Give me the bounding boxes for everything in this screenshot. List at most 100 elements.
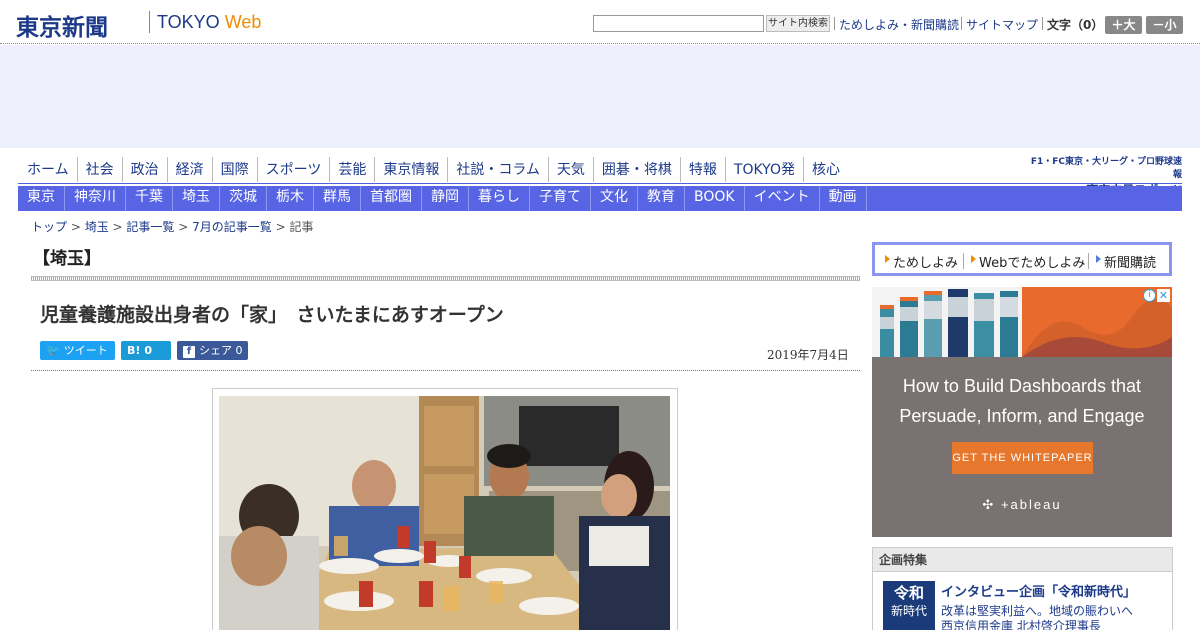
regional-nav: 東京 神奈川 千葉 埼玉 茨城 栃木 群馬 首都圏 静岡 暮らし 子育て 文化 … [18, 186, 1182, 211]
region-tokyo[interactable]: 東京 [18, 186, 65, 211]
region-shutoken[interactable]: 首都圏 [361, 186, 422, 211]
link-subscribe[interactable]: 新聞購読 [1104, 252, 1156, 271]
link-trial-subscribe[interactable]: ためしよみ・新聞購読 [839, 16, 959, 33]
arrow-icon [971, 255, 976, 263]
breadcrumb-sep: > [108, 220, 127, 234]
link-web-tameshiyomi[interactable]: Webでためしよみ [979, 252, 1085, 271]
nav-culture[interactable]: 文化 [591, 186, 638, 211]
section-divider [31, 276, 860, 281]
ad-info-icon[interactable]: i [1143, 289, 1156, 302]
sidebar-ad[interactable]: i ✕ How to Build Dashboards that Persuad… [872, 287, 1172, 537]
hatena-icon: B! [127, 344, 141, 357]
region-gunma[interactable]: 群馬 [314, 186, 361, 211]
reiwa-thumbnail[interactable]: 令和 新時代 [883, 581, 935, 630]
tweet-button[interactable]: 🐦 ツイート [40, 341, 115, 360]
region-chiba[interactable]: 千葉 [126, 186, 173, 211]
top-ad-banner[interactable] [0, 45, 1200, 148]
header-divider [834, 17, 835, 30]
breadcrumb-july-list[interactable]: 7月の記事一覧 [192, 220, 272, 234]
region-kanagawa[interactable]: 神奈川 [65, 186, 126, 211]
nav-item-editorial[interactable]: 社説・コラム [447, 157, 548, 182]
region-saitama[interactable]: 埼玉 [173, 186, 220, 211]
nav-item-go-shogi[interactable]: 囲碁・将棋 [592, 157, 680, 182]
arrow-icon [885, 255, 890, 263]
font-increase-button[interactable]: ＋大 [1105, 16, 1142, 34]
thumb-text-1: 令和 [893, 584, 924, 602]
logo-divider [149, 11, 150, 33]
nav-item-entertainment[interactable]: 芸能 [329, 157, 374, 182]
summary-line-2: 西京信用金庫 北村啓介理事長 [941, 619, 1101, 630]
link-divider [1088, 253, 1089, 269]
special-feature-heading: 企画特集 [873, 548, 1172, 572]
nav-video[interactable]: 動画 [820, 186, 867, 211]
nav-item-tokyo-info[interactable]: 東京情報 [374, 157, 447, 182]
font-size-label: 文字（0） [1047, 18, 1104, 32]
nav-item-tokyo-hatsu[interactable]: TOKYO発 [724, 157, 803, 182]
ad-headline-line-2: Persuade, Inform, and Engage [899, 406, 1145, 426]
nav-book[interactable]: BOOK [685, 186, 745, 211]
ad-brand-name: +ableau [1000, 497, 1062, 512]
nav-item-kakushin[interactable]: 核心 [802, 157, 848, 182]
nav-parenting[interactable]: 子育て [530, 186, 591, 211]
ad-cta-button[interactable]: GET THE WHITEPAPER [952, 442, 1093, 474]
breadcrumb-sep: > [174, 220, 193, 234]
breadcrumb-top[interactable]: トップ [31, 220, 67, 234]
search-input[interactable] [593, 15, 764, 32]
twitter-icon: 🐦 [46, 344, 60, 357]
nav-item-politics[interactable]: 政治 [121, 157, 167, 182]
logo-tokyo-web[interactable]: TOKYO Web [157, 12, 261, 33]
link-divider [963, 253, 964, 269]
special-feature-title[interactable]: インタビュー企画「令和新時代」 [941, 581, 1136, 600]
header-divider [1042, 17, 1043, 30]
nav-lifestyle[interactable]: 暮らし [469, 186, 530, 211]
thumb-text-2: 新時代 [890, 604, 927, 618]
ad-close-icon[interactable]: ✕ [1157, 289, 1170, 302]
logo-en-text: TOKYO [157, 12, 225, 32]
summary-line-1: 改革は堅実利益へ。地域の賑わいへ [941, 604, 1134, 618]
nav-education[interactable]: 教育 [638, 186, 685, 211]
search-button[interactable]: サイト内検索 [766, 15, 830, 32]
nav-item-world[interactable]: 国際 [211, 157, 257, 182]
arrow-icon [1096, 255, 1101, 263]
subscribe-links-box: ためしよみ Webでためしよみ 新聞購読 [872, 242, 1172, 276]
region-shizuoka[interactable]: 静岡 [422, 186, 469, 211]
link-tameshiyomi[interactable]: ためしよみ [893, 252, 958, 271]
hatena-bookmark-button[interactable]: B! 0 [121, 341, 171, 360]
region-ibaraki[interactable]: 茨城 [220, 186, 267, 211]
ad-headline-line-1: How to Build Dashboards that [902, 376, 1142, 396]
nav-item-sports[interactable]: スポーツ [256, 157, 330, 182]
site-header: 東京新聞 TOKYO Web サイト内検索 ためしよみ・新聞購読 サイトマップ … [0, 0, 1200, 44]
link-sitemap[interactable]: サイトマップ [966, 16, 1038, 33]
breadcrumb-sep: > [271, 220, 290, 234]
nav-divider [18, 183, 1182, 184]
facebook-share-button[interactable]: f シェア 0 [177, 341, 248, 360]
nav-item-society[interactable]: 社会 [76, 157, 122, 182]
article-photo[interactable] [219, 396, 670, 630]
breadcrumb-article-list[interactable]: 記事一覧 [126, 220, 174, 234]
special-feature-summary[interactable]: 改革は堅実利益へ。地域の賑わいへ 西京信用金庫 北村啓介理事長 [941, 604, 1133, 630]
nav-item-home[interactable]: ホーム [18, 157, 77, 182]
facebook-icon: f [183, 346, 195, 358]
tweet-label: ツイート [63, 344, 108, 357]
nav-item-special[interactable]: 特報 [679, 157, 725, 182]
article-date: 2019年7月4日 [767, 348, 849, 362]
breadcrumb: トップ > 埼玉 > 記事一覧 > 7月の記事一覧 > 記事 [31, 218, 313, 235]
logo-tokyo-shimbun[interactable]: 東京新聞 [16, 8, 108, 42]
nav-events[interactable]: イベント [745, 186, 820, 211]
breadcrumb-sep: > [67, 220, 85, 234]
ad-graphic [872, 287, 1172, 357]
nav-item-economy[interactable]: 経済 [166, 157, 212, 182]
chunichi-tagline: F1・FC東京・大リーグ・プロ野球速報 [1030, 157, 1182, 180]
nav-item-weather[interactable]: 天気 [547, 157, 593, 182]
hatena-count: 0 [144, 344, 153, 357]
font-decrease-button[interactable]: －小 [1146, 16, 1183, 34]
breadcrumb-current: 記事 [289, 220, 314, 234]
tableau-cross-icon: ✣ [982, 497, 1001, 512]
article-title: 児童養護施設出身者の「家」 さいたまにあすオープン [40, 304, 504, 326]
header-divider [961, 17, 962, 30]
region-tochigi[interactable]: 栃木 [267, 186, 314, 211]
breadcrumb-saitama[interactable]: 埼玉 [85, 220, 109, 234]
facebook-share-label: シェア 0 [199, 344, 243, 357]
ad-brand-logo: ✣ +ableau [872, 497, 1172, 513]
article-divider [31, 370, 860, 371]
